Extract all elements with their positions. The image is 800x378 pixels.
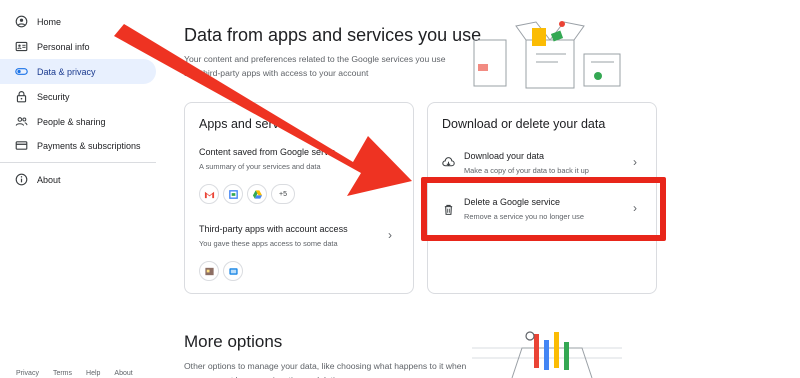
annotation-arrow xyxy=(114,24,412,196)
tools-illustration xyxy=(472,331,622,378)
more-options-title: More options xyxy=(184,332,283,351)
more-options-description: Other options to manage your data, like … xyxy=(184,361,467,378)
